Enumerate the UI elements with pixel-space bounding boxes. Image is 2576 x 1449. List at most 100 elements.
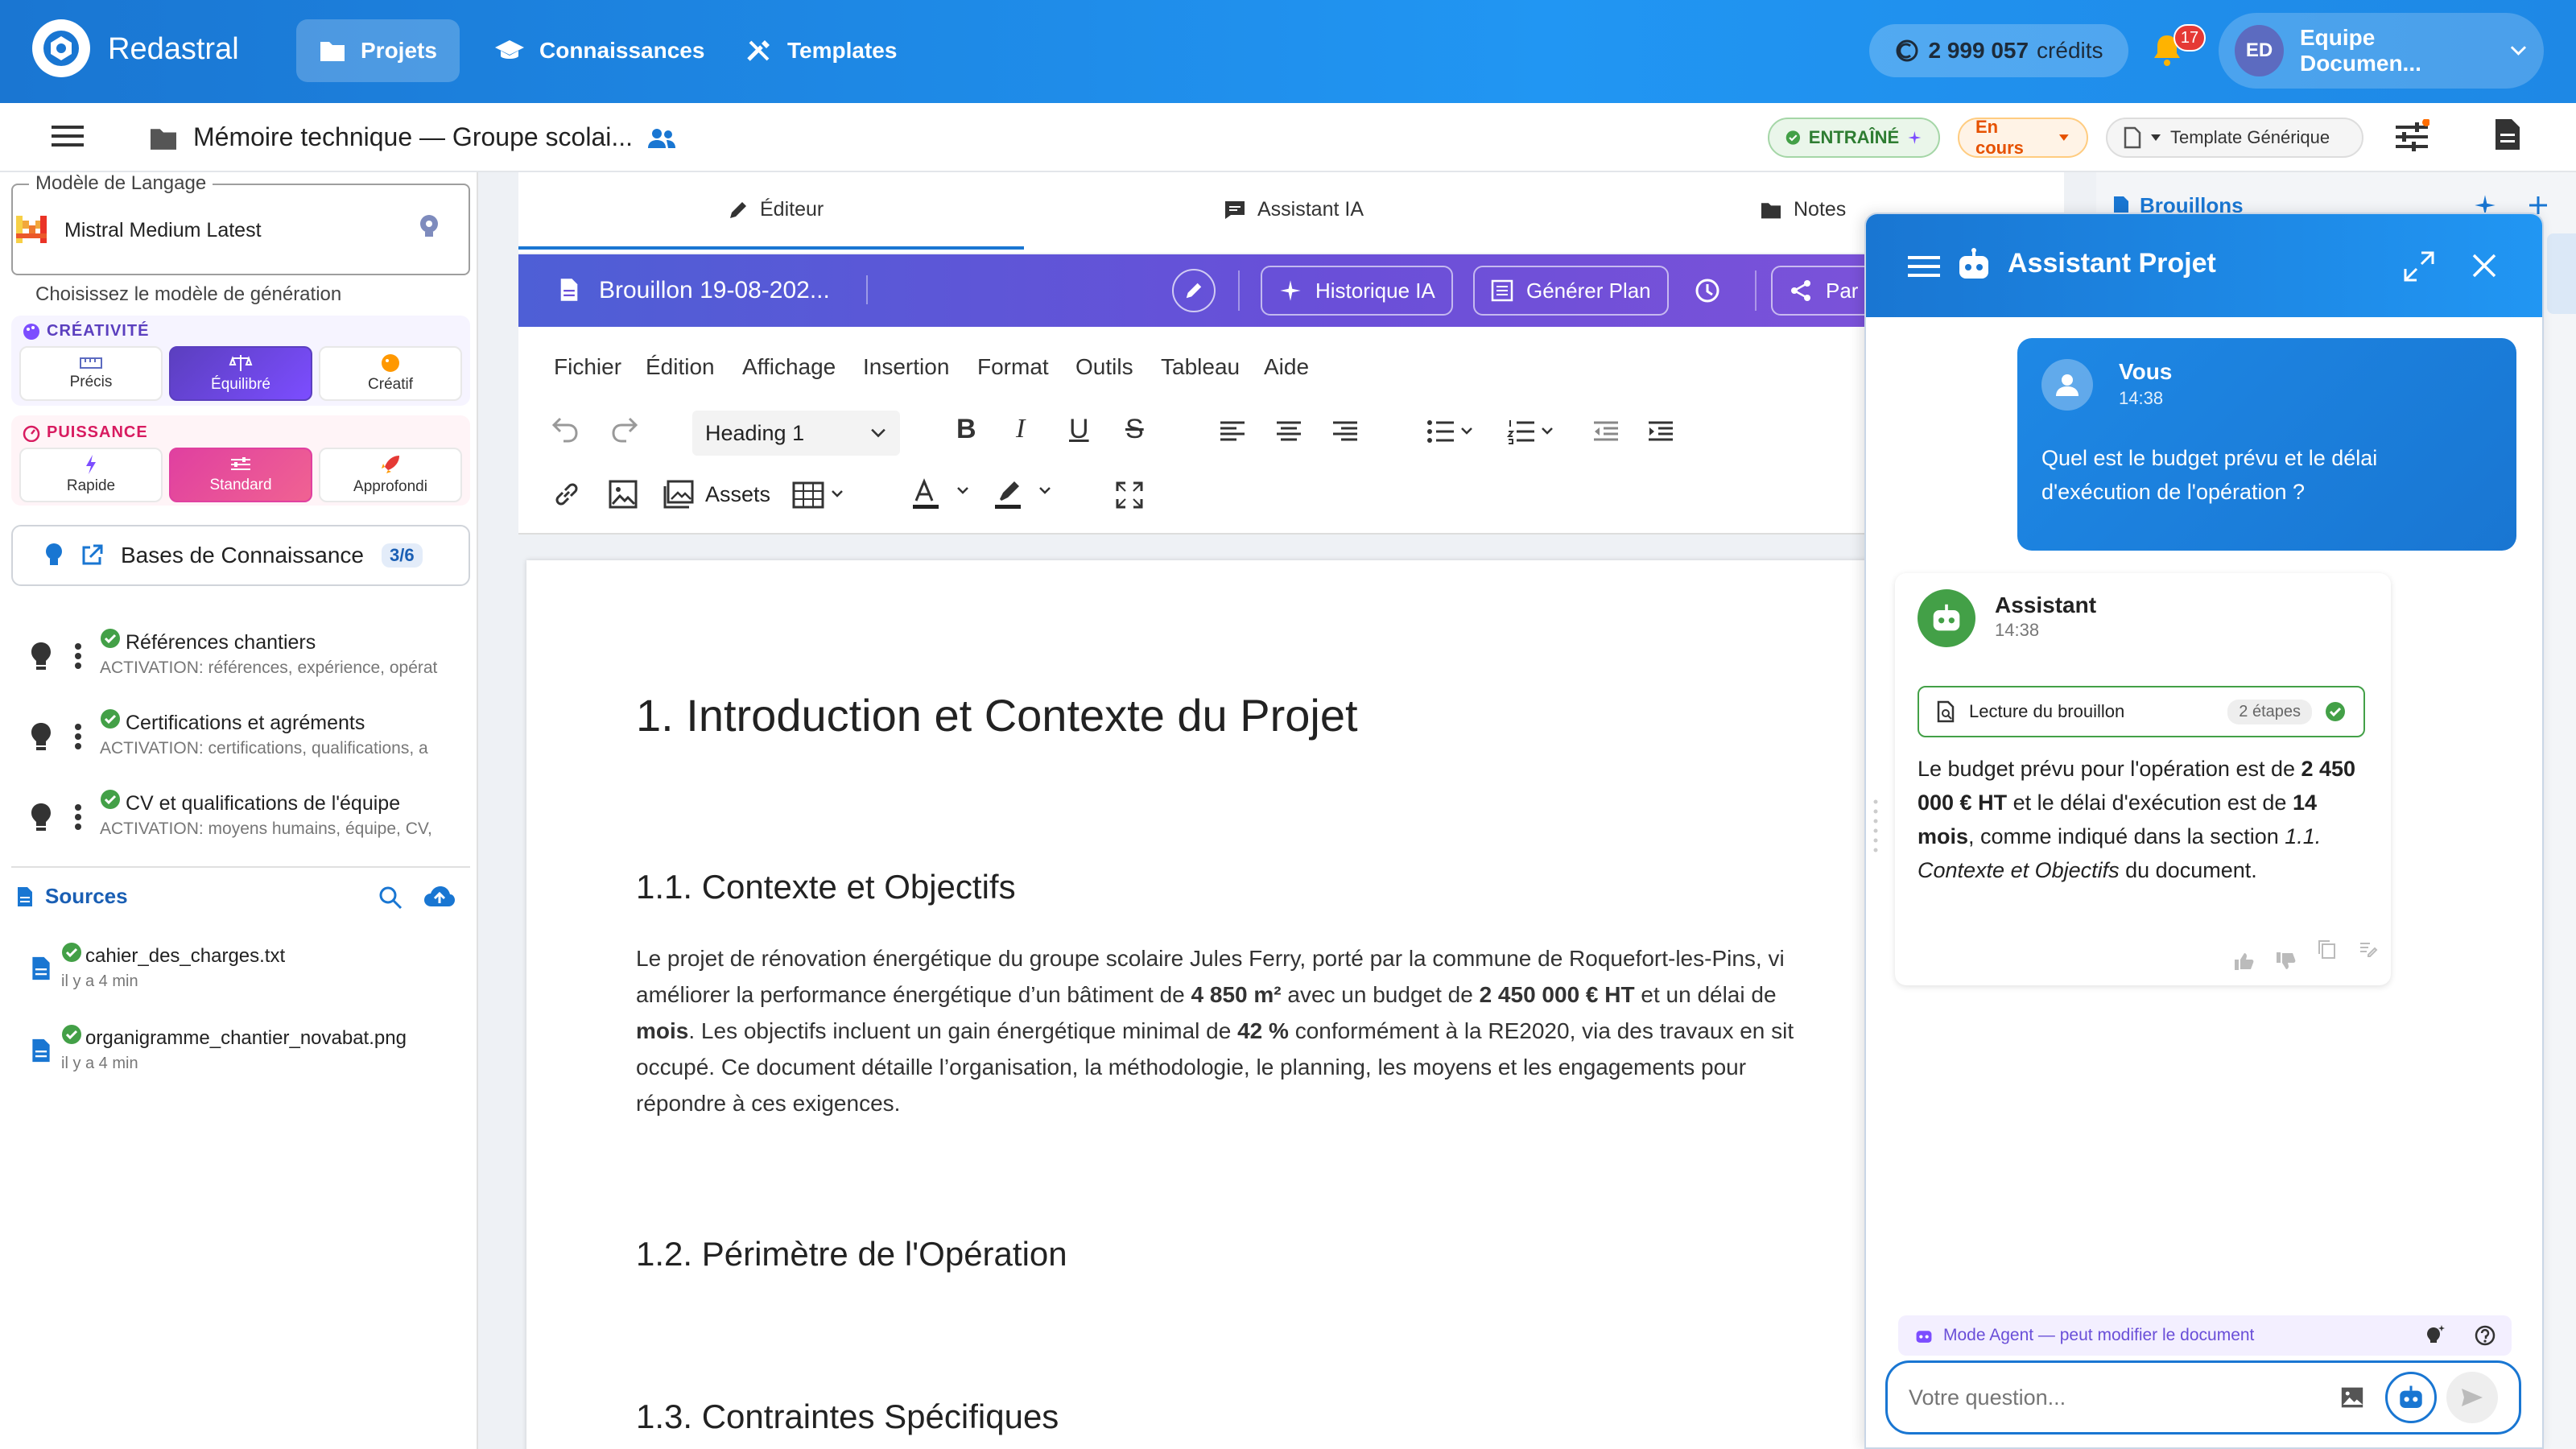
template-selector[interactable]: Template Générique [2106,118,2363,158]
user-name: Equipe Documen... [2299,25,2421,76]
menu-edition[interactable]: Édition [646,354,715,380]
source-file-name[interactable]: organigramme_chantier_novabat.png [85,1027,407,1050]
heading-2-contraintes[interactable]: 1.3. Contraintes Spécifiques [636,1397,1059,1436]
menu-tableau[interactable]: Tableau [1161,354,1240,380]
more-vertical-icon[interactable] [74,642,82,670]
progress-status-dropdown[interactable]: En cours [1958,117,2088,158]
menu-outils[interactable]: Outils [1075,354,1133,380]
power-option-rapide[interactable]: Rapide [19,448,163,502]
creativity-option-creatif[interactable]: Créatif [319,346,462,401]
send-button[interactable] [2446,1372,2498,1423]
assets-button[interactable]: Assets [663,480,770,509]
bullet-list-icon[interactable] [1426,419,1478,444]
edit-note-icon[interactable] [2359,939,2378,958]
rename-draft-button[interactable] [1172,269,1216,312]
document-title[interactable]: Mémoire technique — Groupe scolai... [193,122,633,152]
trained-label: ENTRAÎNÉ [1808,127,1900,147]
check-circle-icon [61,1024,82,1045]
user-menu[interactable]: ED Equipe Documen... [2219,13,2544,89]
more-vertical-icon[interactable] [74,803,82,831]
text-color-icon[interactable] [911,478,976,510]
fullscreen-icon[interactable] [1116,481,1143,509]
expand-icon[interactable] [2404,251,2434,282]
source-file-name[interactable]: cahier_des_charges.txt [85,945,285,968]
menu-fichier[interactable]: Fichier [554,354,621,380]
hamburger-menu-icon[interactable] [1908,254,1940,279]
settings-sliders-icon[interactable] [2394,119,2429,153]
credits-indicator[interactable]: 2 999 057 crédits [1869,24,2128,77]
copy-icon[interactable] [2317,939,2336,960]
notification-count-badge: 17 [2174,24,2206,52]
underline-button[interactable]: U [1069,414,1089,445]
brain-icon[interactable] [417,213,441,240]
nav-templates[interactable]: Templates [723,19,919,82]
upload-cloud-icon[interactable] [423,886,456,908]
menu-affichage[interactable]: Affichage [742,354,836,380]
lightbulb-icon[interactable] [29,721,53,752]
menu-aide[interactable]: Aide [1264,354,1309,380]
menu-insertion[interactable]: Insertion [863,354,949,380]
document-export-icon[interactable] [2494,118,2521,151]
thumbs-down-icon[interactable] [2275,952,2296,971]
tab-notes[interactable]: Notes [1760,198,1846,221]
text-run: et un délai de [1634,982,1777,1007]
hamburger-menu-icon[interactable] [52,124,84,148]
indent-icon[interactable] [1647,420,1674,443]
heading-1[interactable]: 1. Introduction et Contexte du Projet [636,689,1358,741]
lightbulb-icon[interactable] [29,641,53,671]
tab-editeur[interactable]: Éditeur [728,198,824,221]
highlight-color-icon[interactable] [993,478,1058,510]
numbered-list-icon[interactable] [1507,419,1558,444]
align-right-icon[interactable] [1331,420,1359,443]
strikethrough-button[interactable]: S [1125,414,1144,445]
power-option-approfondi[interactable]: Approfondi [319,448,462,502]
more-vertical-icon[interactable] [74,723,82,750]
shared-users-icon[interactable] [647,127,676,150]
app-logo[interactable] [32,19,90,77]
heading-2-perimetre[interactable]: 1.2. Périmètre de l'Opération [636,1235,1067,1274]
search-icon[interactable] [378,886,402,910]
align-center-icon[interactable] [1275,420,1302,443]
reasoning-step[interactable]: Lecture du brouillon 2 étapes [1918,686,2365,737]
tab-assistant-ia[interactable]: Assistant IA [1224,198,1364,221]
nav-connaissances[interactable]: Connaissances [472,19,727,82]
outdent-icon[interactable] [1592,420,1620,443]
creativity-option-equilibre[interactable]: Équilibré [169,346,312,401]
sources-header: Sources [16,884,128,909]
table-icon[interactable] [792,481,852,509]
chat-input[interactable] [1909,1385,2327,1410]
agent-mode-toggle[interactable] [2385,1372,2437,1423]
assistant-message-time: 14:38 [1995,620,2040,640]
italic-button[interactable]: I [1016,414,1025,444]
coin-icon [1896,39,1918,62]
menu-format[interactable]: Format [977,354,1049,380]
speedometer-icon [23,425,40,442]
avatar [2041,359,2093,411]
bold-button[interactable]: B [956,414,976,445]
redo-icon[interactable] [609,415,639,443]
history-clock-icon[interactable] [1694,277,1721,304]
generate-plan-button[interactable]: Générer Plan [1473,266,1669,316]
creativity-option-precis[interactable]: Précis [19,346,163,401]
block-style-select[interactable]: Heading 1 [692,411,900,456]
draft-title[interactable]: Brouillon 19-08-202... [599,277,830,304]
knowledge-bases-label: Bases de Connaissance [121,543,364,568]
lightbulb-icon[interactable] [29,802,53,832]
undo-icon[interactable] [551,415,581,443]
drag-handle-icon[interactable] [1872,797,1879,861]
close-icon[interactable] [2471,253,2497,279]
image-icon[interactable] [609,480,638,509]
power-option-standard[interactable]: Standard [169,448,312,502]
heading-2-contexte[interactable]: 1.1. Contexte et Objectifs [636,868,1016,906]
knowledge-bases-button[interactable]: Bases de Connaissance 3/6 [11,525,470,586]
ai-history-label: Historique IA [1315,278,1435,303]
text-run: 4 850 m² [1191,982,1282,1007]
image-attach-icon[interactable] [2340,1386,2364,1409]
agent-mode-bar[interactable]: Mode Agent — peut modifier le document [1898,1315,2512,1356]
align-left-icon[interactable] [1219,420,1246,443]
paragraph-context[interactable]: Le projet de rénovation énergétique du g… [636,940,1868,1121]
nav-projets[interactable]: Projets [296,19,460,82]
link-icon[interactable] [552,480,581,509]
thumbs-up-icon[interactable] [2233,952,2254,971]
ai-history-button[interactable]: Historique IA [1261,266,1453,316]
